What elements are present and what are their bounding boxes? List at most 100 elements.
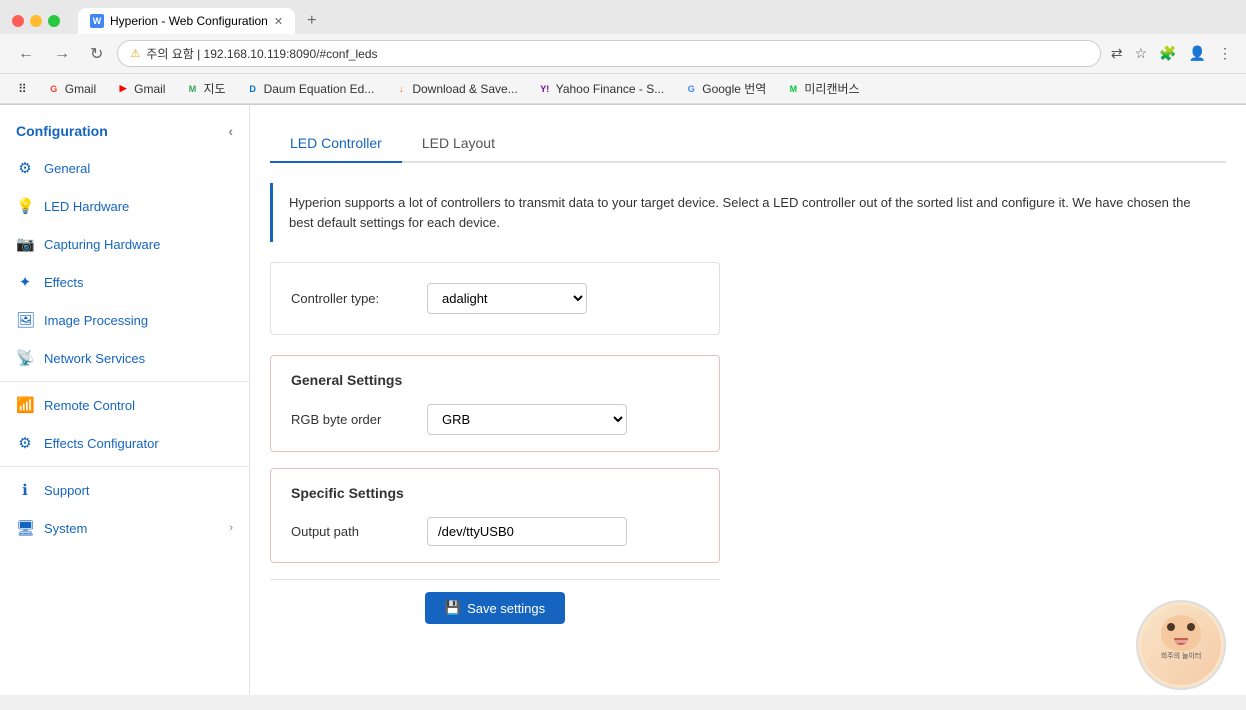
tab-led-controller[interactable]: LED Controller [270,125,402,163]
tab-close-button[interactable]: ✕ [274,15,283,28]
controller-type-label: Controller type: [291,291,411,306]
tab-bar: W Hyperion - Web Configuration ✕ + [78,8,324,34]
rgb-byte-order-label: RGB byte order [291,412,411,427]
sidebar-effects-configurator-label: Effects Configurator [44,436,159,451]
sidebar-item-system[interactable]: 🖥 System › [0,509,249,547]
general-settings-section: General Settings RGB byte order GRB RGB … [270,355,720,452]
nav-icons: ⇄ ☆ 🧩 👤 ⋮ [1109,43,1234,64]
output-path-row: Output path [291,517,699,546]
sidebar-item-image-processing[interactable]: 🖼 Image Processing [0,301,249,339]
sidebar-divider-2 [0,466,249,467]
bookmark-gmail[interactable]: G Gmail [41,80,102,98]
extensions-icon[interactable]: 🧩 [1157,43,1178,64]
sidebar: Configuration ‹ ⚙ General 💡 LED Hardware… [0,105,250,695]
general-settings-title: General Settings [291,372,699,388]
bookmark-google-translate[interactable]: G Google 번역 [678,78,772,99]
tab-led-layout[interactable]: LED Layout [402,125,515,163]
effects-icon: ✦ [16,273,34,291]
sidebar-config-header: Configuration ‹ [0,113,249,149]
forward-button[interactable]: → [48,43,76,65]
sidebar-capturing-hardware-label: Capturing Hardware [44,237,160,252]
gmail-favicon: G [47,82,61,96]
avatar-label: 희주의 놀이터 [1161,653,1202,661]
sidebar-network-services-label: Network Services [44,351,145,366]
maps-label: 지도 [203,80,225,97]
browser-chrome: W Hyperion - Web Configuration ✕ + ← → ↻… [0,0,1246,105]
save-icon: 💾 [445,600,461,616]
bookmark-star-icon[interactable]: ☆ [1133,43,1150,64]
sidebar-item-capturing-hardware[interactable]: 📷 Capturing Hardware [0,225,249,263]
sidebar-image-processing-label: Image Processing [44,313,148,328]
tab-favicon: W [90,14,104,28]
maps-favicon: M [185,82,199,96]
google-translate-favicon: G [684,82,698,96]
content-area: LED Controller LED Layout Hyperion suppo… [250,105,1246,695]
address-bar[interactable]: ⚠ 주의 요함 | 192.168.10.119:8090/#conf_leds [117,40,1100,67]
wifi-icon: 📶 [16,396,34,414]
sidebar-item-effects[interactable]: ✦ Effects [0,263,249,301]
back-button[interactable]: ← [12,43,40,65]
sidebar-item-network-services[interactable]: 📡 Network Services [0,339,249,377]
bookmark-daum[interactable]: D Daum Equation Ed... [240,80,381,98]
sidebar-item-support[interactable]: ℹ Support [0,471,249,509]
new-tab-button[interactable]: + [299,8,324,34]
sidebar-item-led-hardware[interactable]: 💡 LED Hardware [0,187,249,225]
tab-led-controller-label: LED Controller [290,135,382,151]
security-warning-icon: ⚠ [130,47,140,60]
specific-settings-section: Specific Settings Output path [270,468,720,563]
close-button[interactable] [12,15,24,27]
save-settings-button[interactable]: 💾 Save settings [425,592,565,624]
sidebar-item-remote-control[interactable]: 📶 Remote Control [0,386,249,424]
gmail-label: Gmail [65,82,96,96]
save-settings-label: Save settings [467,601,545,616]
bookmark-youtube[interactable]: ▶ Gmail [110,80,171,98]
sidebar-item-effects-configurator[interactable]: ⚙ Effects Configurator [0,424,249,462]
sidebar-general-label: General [44,161,90,176]
bookmark-maps[interactable]: M 지도 [179,78,231,99]
image-icon: 🖼 [16,311,34,329]
sidebar-config-section: Configuration ‹ ⚙ General 💡 LED Hardware… [0,105,249,555]
minimize-button[interactable] [30,15,42,27]
info-text: Hyperion supports a lot of controllers t… [289,195,1191,230]
controller-type-row: Controller type: adalight ws281x philips… [291,283,699,314]
bookmark-yahoo[interactable]: Y! Yahoo Finance - S... [532,80,671,98]
bookmark-apps[interactable]: ⠿ [12,80,33,98]
info-icon: ℹ [16,481,34,499]
google-translate-label: Google 번역 [702,80,766,97]
sidebar-divider [0,381,249,382]
download-favicon: ↓ [394,82,408,96]
gear-icon: ⚙ [16,159,34,177]
refresh-button[interactable]: ↻ [84,42,109,66]
led-icon: 💡 [16,197,34,215]
sidebar-collapse-icon[interactable]: ‹ [228,123,233,139]
output-path-input[interactable] [427,517,627,546]
translate-icon[interactable]: ⇄ [1109,43,1125,64]
sidebar-item-general[interactable]: ⚙ General [0,149,249,187]
controller-type-select[interactable]: adalight ws281x philipshue atmoorb karat… [427,283,587,314]
sidebar-effects-label: Effects [44,275,84,290]
youtube-label: Gmail [134,82,165,96]
sidebar-system-label: System [44,521,87,536]
window-controls [12,15,60,27]
controller-type-box: Controller type: adalight ws281x philips… [270,262,720,335]
sidebar-led-hardware-label: LED Hardware [44,199,129,214]
yahoo-label: Yahoo Finance - S... [556,82,665,96]
bookmark-download[interactable]: ↓ Download & Save... [388,80,523,98]
address-text: 주의 요함 | 192.168.10.119:8090/#conf_leds [146,45,377,62]
tab-led-layout-label: LED Layout [422,135,495,151]
active-tab[interactable]: W Hyperion - Web Configuration ✕ [78,8,295,34]
output-path-label: Output path [291,524,411,539]
rgb-byte-order-select[interactable]: GRB RGB BGR RBG GBR BRG [427,404,627,435]
camera-icon: 📷 [16,235,34,253]
sidebar-remote-control-label: Remote Control [44,398,135,413]
bookmark-miricampus[interactable]: M 미리캔버스 [780,78,865,99]
daum-label: Daum Equation Ed... [264,82,375,96]
sidebar-config-label: Configuration [16,123,108,139]
maximize-button[interactable] [48,15,60,27]
menu-icon[interactable]: ⋮ [1216,43,1234,64]
tab-navigation: LED Controller LED Layout [270,125,1226,163]
save-button-row: 💾 Save settings [270,579,720,636]
tab-title: Hyperion - Web Configuration [110,14,268,28]
yahoo-favicon: Y! [538,82,552,96]
profile-icon[interactable]: 👤 [1187,43,1208,64]
